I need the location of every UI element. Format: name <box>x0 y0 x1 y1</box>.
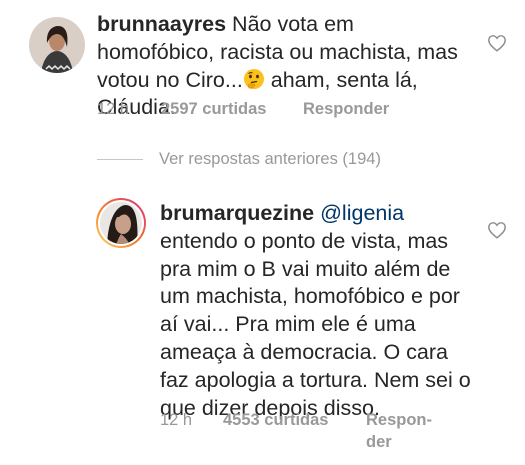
heart-outline-icon[interactable] <box>487 34 507 52</box>
reply-timestamp: 12 h <box>160 411 193 429</box>
reply-button[interactable]: Responder <box>303 98 389 120</box>
reply-username[interactable]: brumarquezine <box>160 201 314 225</box>
reply-button[interactable]: Respon-der <box>366 409 436 453</box>
reply-button-line2: der <box>366 433 392 451</box>
avatar-brunnaayres[interactable] <box>29 17 85 73</box>
avatar-brumarquezine[interactable] <box>95 197 147 249</box>
heart-outline-icon[interactable] <box>487 221 507 239</box>
reply-button-line1: Respon- <box>366 411 432 429</box>
reply-likes-count[interactable]: 4553 curtidas <box>223 409 328 431</box>
comment-username[interactable]: brunnaayres <box>97 12 226 36</box>
mention-link[interactable]: @ligenia <box>320 201 404 225</box>
reply-text: brumarquezine @ligenia entendo o ponto d… <box>160 200 480 422</box>
view-previous-replies-link[interactable]: Ver respostas anteriores (194) <box>159 148 381 170</box>
likes-count[interactable]: 2597 curtidas <box>161 98 266 120</box>
comment-text: brunnaayres Não vota em homofóbico, raci… <box>97 11 477 122</box>
reply-body: entendo o ponto de vista, mas pra mim o … <box>160 228 471 420</box>
thinking-face-emoji <box>243 68 265 90</box>
replies-divider-line <box>97 159 143 160</box>
comment-timestamp: 12 h <box>97 100 130 118</box>
